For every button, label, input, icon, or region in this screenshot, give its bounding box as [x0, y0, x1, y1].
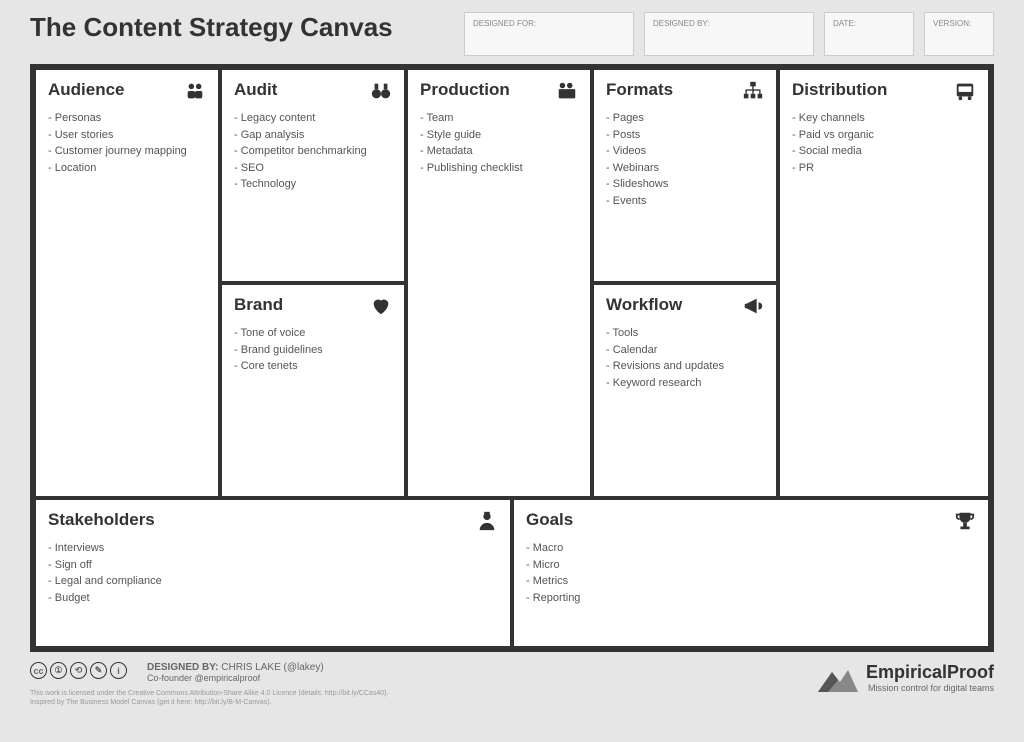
list-item: Paid vs organic — [792, 127, 976, 144]
page-title: The Content Strategy Canvas — [30, 12, 454, 43]
cell-production: Production TeamStyle guideMetadataPublis… — [406, 68, 592, 498]
list-item: Videos — [606, 143, 764, 160]
brand-tagline: Mission control for digital teams — [866, 683, 994, 693]
cell-title: Audit — [234, 80, 392, 100]
cell-list: Legacy contentGap analysisCompetitor ben… — [234, 110, 392, 193]
people-icon — [184, 80, 206, 102]
cell-list: TeamStyle guideMetadataPublishing checkl… — [420, 110, 578, 176]
cell-list: ToolsCalendarRevisions and updatesKeywor… — [606, 325, 764, 391]
credit-name: CHRIS LAKE (@lakey) — [221, 662, 323, 673]
cell-title: Goals — [526, 510, 976, 530]
list-item: Revisions and updates — [606, 358, 764, 375]
list-item: Micro — [526, 557, 976, 574]
cell-title: Stakeholders — [48, 510, 498, 530]
meta-date[interactable]: DATE: — [824, 12, 914, 56]
list-item: Sign off — [48, 557, 498, 574]
cell-title: Audience — [48, 80, 206, 100]
list-item: Technology — [234, 176, 392, 193]
cc-icon: cc — [30, 662, 47, 679]
cell-list: InterviewsSign offLegal and complianceBu… — [48, 540, 498, 606]
cell-audience: Audience PersonasUser storiesCustomer jo… — [34, 68, 220, 498]
list-item: Webinars — [606, 160, 764, 177]
binoculars-icon — [370, 80, 392, 102]
user-badge-icon — [476, 510, 498, 532]
cell-list: MacroMicroMetricsReporting — [526, 540, 976, 606]
cc-info-icon: i — [110, 662, 127, 679]
list-item: Customer journey mapping — [48, 143, 206, 160]
cell-brand: Brand Tone of voiceBrand guidelinesCore … — [220, 283, 406, 498]
meta-designed-for[interactable]: DESIGNED FOR: — [464, 12, 634, 56]
cc-sa-icon: ⟲ — [70, 662, 87, 679]
list-item: Metrics — [526, 573, 976, 590]
cell-distribution: Distribution Key channelsPaid vs organic… — [778, 68, 990, 498]
cc-nc-icon: ✎ — [90, 662, 107, 679]
cell-list: Tone of voiceBrand guidelinesCore tenets — [234, 325, 392, 375]
cell-title: Production — [420, 80, 578, 100]
sitemap-icon — [742, 80, 764, 102]
list-item: SEO — [234, 160, 392, 177]
megaphone-icon — [742, 295, 764, 317]
cell-title: Formats — [606, 80, 764, 100]
cell-audit: Audit Legacy contentGap analysisCompetit… — [220, 68, 406, 283]
list-item: Legacy content — [234, 110, 392, 127]
list-item: Publishing checklist — [420, 160, 578, 177]
fineprint-line: This work is licensed under the Creative… — [30, 689, 388, 698]
cell-title: Workflow — [606, 295, 764, 315]
list-item: PR — [792, 160, 976, 177]
cell-workflow: Workflow ToolsCalendarRevisions and upda… — [592, 283, 778, 498]
list-item: Location — [48, 160, 206, 177]
cc-by-icon: ① — [50, 662, 67, 679]
fineprint: This work is licensed under the Creative… — [30, 689, 388, 707]
bus-icon — [954, 80, 976, 102]
list-item: Style guide — [420, 127, 578, 144]
heart-icon — [370, 295, 392, 317]
cell-list: Key channelsPaid vs organicSocial mediaP… — [792, 110, 976, 176]
cell-title: Brand — [234, 295, 392, 315]
brand-logo-icon — [818, 664, 858, 692]
fineprint-line: Inspired by The Business Model Canvas (g… — [30, 698, 388, 707]
meta-designed-by[interactable]: DESIGNED BY: — [644, 12, 814, 56]
list-item: Metadata — [420, 143, 578, 160]
list-item: Social media — [792, 143, 976, 160]
credit-cofounder: Co-founder @empiricalproof — [147, 673, 324, 683]
trophy-icon — [954, 510, 976, 532]
list-item: Posts — [606, 127, 764, 144]
list-item: Budget — [48, 590, 498, 607]
cell-formats: Formats PagesPostsVideosWebinarsSlidesho… — [592, 68, 778, 283]
credits: DESIGNED BY: CHRIS LAKE (@lakey) Co-foun… — [147, 662, 324, 683]
cc-license-icons: cc ① ⟲ ✎ i — [30, 662, 127, 679]
credit-prefix: DESIGNED BY: — [147, 662, 219, 673]
cell-stakeholders: Stakeholders InterviewsSign offLegal and… — [34, 498, 512, 648]
list-item: Gap analysis — [234, 127, 392, 144]
list-item: Interviews — [48, 540, 498, 557]
list-item: Slideshows — [606, 176, 764, 193]
brand-name: EmpiricalProof — [866, 662, 994, 683]
list-item: Macro — [526, 540, 976, 557]
list-item: Keyword research — [606, 375, 764, 392]
list-item: Events — [606, 193, 764, 210]
list-item: Reporting — [526, 590, 976, 607]
list-item: Team — [420, 110, 578, 127]
cell-list: PagesPostsVideosWebinarsSlideshowsEvents — [606, 110, 764, 209]
list-item: User stories — [48, 127, 206, 144]
list-item: Legal and compliance — [48, 573, 498, 590]
list-item: Personas — [48, 110, 206, 127]
canvas-grid: Audience PersonasUser storiesCustomer jo… — [30, 64, 994, 652]
list-item: Brand guidelines — [234, 342, 392, 359]
list-item: Pages — [606, 110, 764, 127]
cell-title: Distribution — [792, 80, 976, 100]
list-item: Key channels — [792, 110, 976, 127]
meta-version[interactable]: VERSION: — [924, 12, 994, 56]
video-icon — [556, 80, 578, 102]
brand-block: EmpiricalProof Mission control for digit… — [818, 662, 994, 693]
list-item: Calendar — [606, 342, 764, 359]
list-item: Competitor benchmarking — [234, 143, 392, 160]
cell-goals: Goals MacroMicroMetricsReporting — [512, 498, 990, 648]
list-item: Tools — [606, 325, 764, 342]
list-item: Tone of voice — [234, 325, 392, 342]
cell-list: PersonasUser storiesCustomer journey map… — [48, 110, 206, 176]
list-item: Core tenets — [234, 358, 392, 375]
